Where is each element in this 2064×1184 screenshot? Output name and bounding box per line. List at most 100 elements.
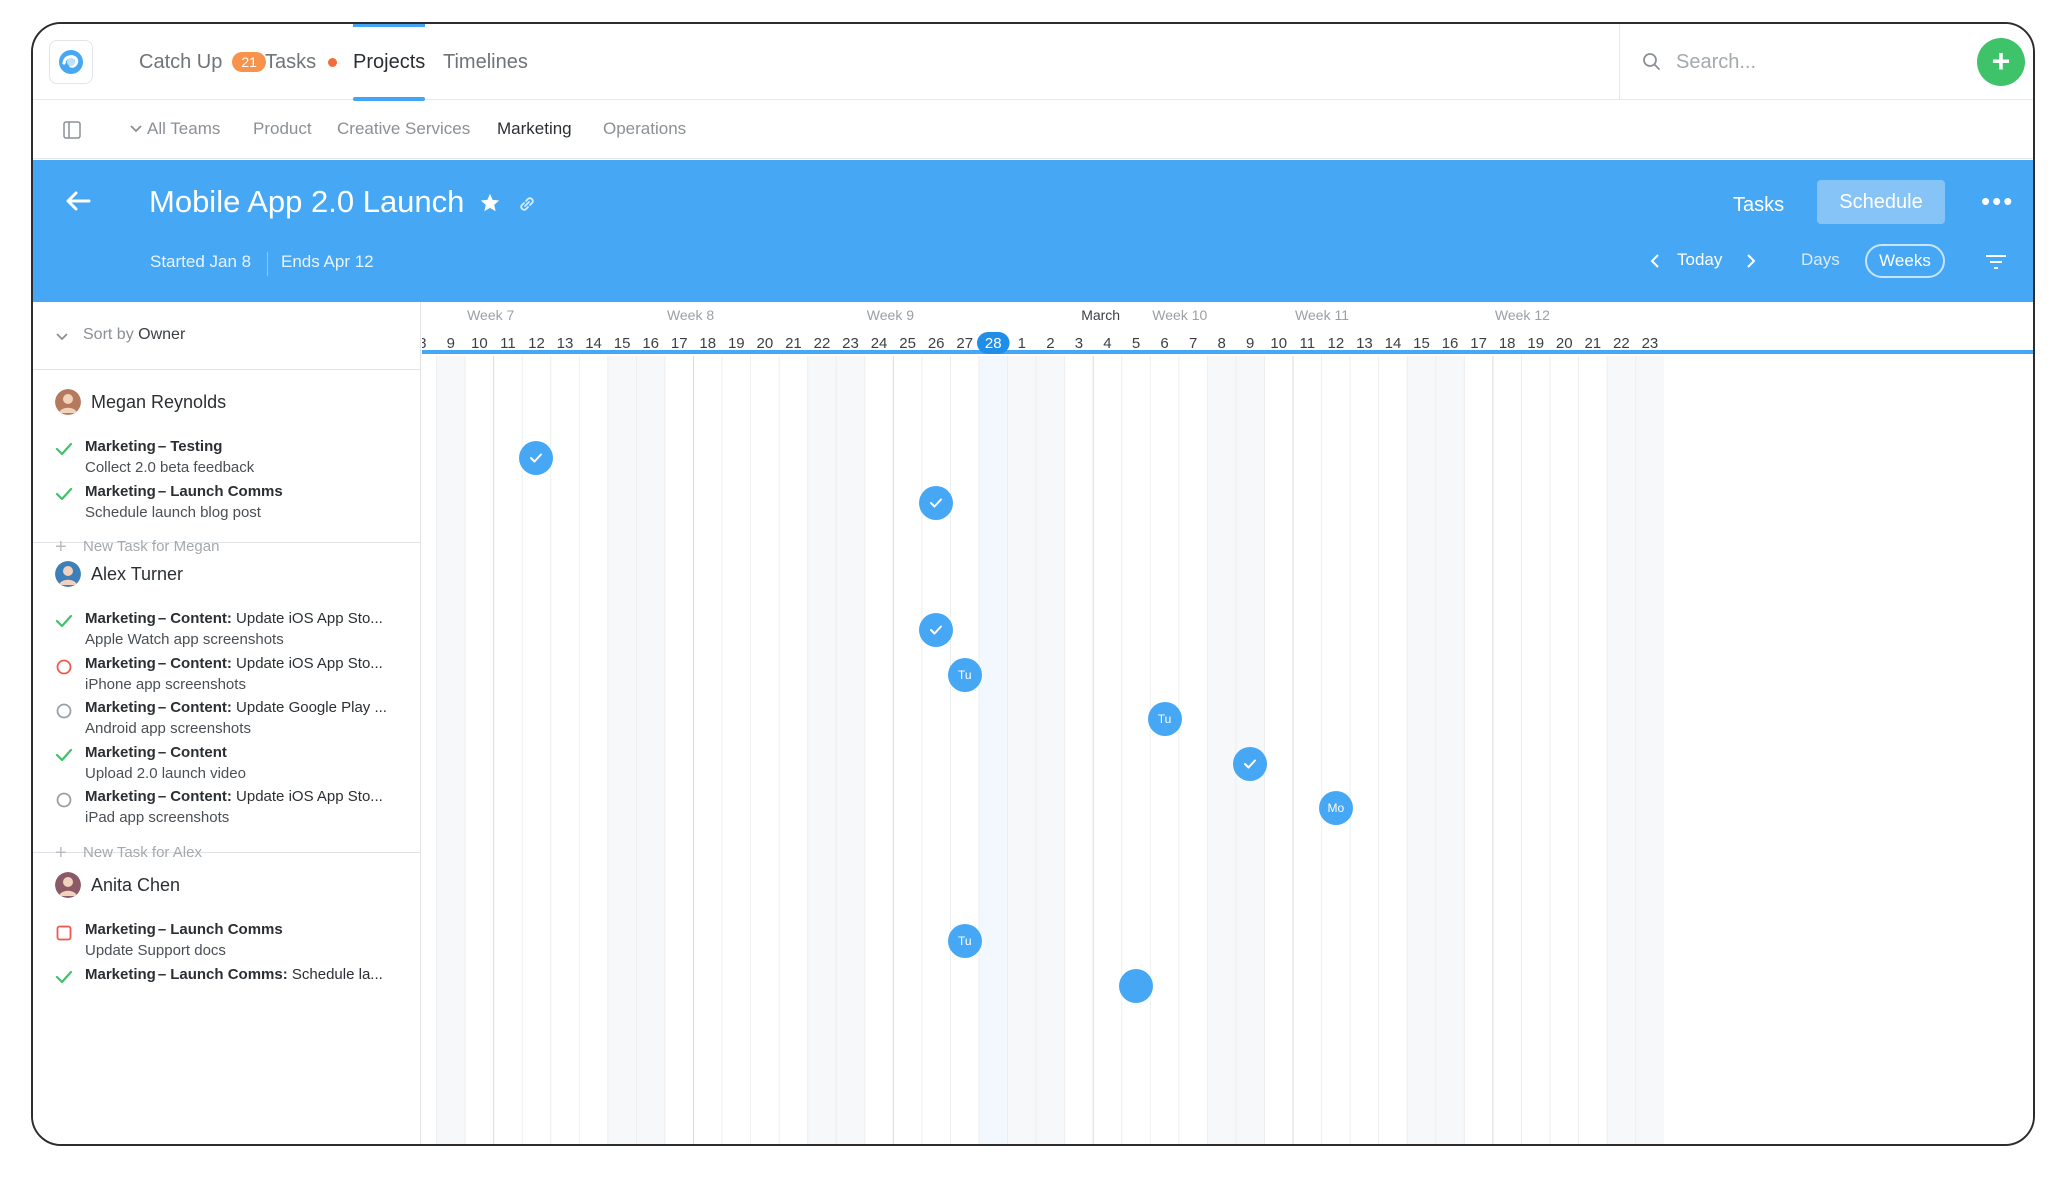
tab-timelines-label: Timelines: [443, 50, 528, 73]
team-operations[interactable]: Operations: [603, 119, 686, 139]
day-number: 14: [1385, 335, 1402, 352]
owner-header[interactable]: Alex Turner: [55, 561, 183, 587]
task-marker[interactable]: Mo: [1318, 791, 1353, 825]
day-number: 13: [1356, 335, 1373, 352]
sidebar-toggle-icon[interactable]: [63, 121, 81, 139]
marker-day-label: Tu: [957, 667, 972, 682]
link-icon[interactable]: [517, 194, 537, 214]
weekend-column: [1036, 356, 1065, 1144]
weekend-column: [836, 356, 865, 1144]
chevron-down-icon: [130, 125, 142, 133]
task-status-icon[interactable]: [55, 924, 73, 947]
day-number: 12: [528, 335, 545, 352]
task-project: Marketing: [85, 610, 156, 627]
tab-tasks-label: Tasks: [265, 50, 317, 73]
task-title: Update iOS App Sto...: [236, 610, 383, 627]
weeks-toggle[interactable]: Weeks: [1865, 244, 1945, 278]
task-name: Update Support docs: [85, 942, 226, 959]
back-arrow-icon[interactable]: [65, 190, 91, 212]
task-section: Launch Comms: [170, 921, 283, 938]
day-number: 12: [1328, 335, 1345, 352]
sort-value: Owner: [138, 326, 186, 343]
task-title: Schedule la...: [291, 965, 383, 983]
task-marker[interactable]: [1119, 968, 1154, 1003]
project-tab-schedule[interactable]: Schedule: [1817, 180, 1945, 224]
task-status-icon[interactable]: [55, 969, 73, 990]
marker-day-label: Tu: [957, 934, 972, 948]
task-section: Content:: [170, 788, 232, 805]
task-path: Marketing – Content: Update iOS App Sto...: [85, 788, 405, 805]
week-label: Week 12: [1495, 307, 1550, 323]
project-header: Mobile App 2.0 Launch Started Jan 8 Ends…: [33, 160, 2033, 302]
task-status-icon[interactable]: [55, 791, 73, 814]
days-toggle[interactable]: Days: [1801, 250, 1840, 270]
timeline-header-bar: [422, 350, 2033, 354]
owner-sidebar: Sort by Owner Megan Reynolds Marketing – T…: [33, 302, 421, 1144]
owner-header[interactable]: Anita Chen: [55, 872, 180, 898]
add-button[interactable]: +: [1977, 38, 2025, 86]
weekend-column: [436, 356, 466, 1144]
task-status-icon[interactable]: [55, 747, 73, 768]
tab-catch-up-label: Catch Up: [139, 50, 223, 73]
task-marker[interactable]: [919, 485, 954, 520]
task-status-icon[interactable]: [55, 486, 73, 507]
task-section: Content: [170, 743, 227, 761]
task-marker[interactable]: Tu: [1147, 702, 1182, 736]
team-product[interactable]: Product: [253, 119, 312, 139]
chevron-right-icon[interactable]: [1745, 252, 1757, 270]
day-number: 8: [1218, 335, 1226, 352]
avatar: [55, 872, 81, 898]
filter-icon[interactable]: [1985, 254, 2007, 270]
marker-day-label: Mo: [1327, 801, 1345, 815]
chevron-left-icon[interactable]: [1649, 252, 1661, 270]
month-label: March: [1081, 307, 1120, 323]
task-marker[interactable]: Tu: [947, 657, 982, 692]
task-name: Android app screenshots: [85, 720, 251, 737]
day-number: 15: [1413, 335, 1430, 352]
tab-timelines[interactable]: Timelines: [425, 24, 546, 100]
task-title: Update iOS App Sto...: [236, 788, 383, 805]
sort-prefix: Sort by: [83, 326, 134, 343]
weekend-column: [1207, 356, 1236, 1144]
day-number: 27: [956, 335, 973, 352]
day-number: 26: [928, 335, 945, 352]
star-icon[interactable]: [479, 192, 501, 214]
day-number: 10: [471, 335, 488, 352]
today-button[interactable]: Today: [1677, 250, 1722, 270]
task-status-icon[interactable]: [55, 658, 73, 681]
day-number: 3: [1075, 335, 1083, 352]
task-separator: –: [157, 699, 167, 716]
today-column: [979, 356, 1008, 1144]
task-title: Update iOS App Sto...: [236, 654, 383, 672]
project-tab-tasks[interactable]: Tasks: [1733, 194, 1784, 217]
team-marketing[interactable]: Marketing: [497, 119, 572, 139]
team-creative-services[interactable]: Creative Services: [337, 119, 470, 139]
day-number: 21: [1584, 335, 1601, 352]
task-section: Content:: [170, 610, 232, 627]
day-number: 5: [1132, 335, 1140, 352]
search-icon: [1643, 53, 1660, 70]
day-number: 15: [614, 335, 631, 352]
app-logo[interactable]: [49, 40, 93, 84]
task-path: Marketing – Launch Comms: [85, 483, 405, 500]
search-input[interactable]: [1676, 46, 1956, 78]
task-marker[interactable]: [919, 613, 954, 647]
task-name: iPhone app screenshots: [85, 675, 246, 693]
owner-header[interactable]: Megan Reynolds: [55, 389, 226, 415]
sort-control[interactable]: Sort by Owner: [33, 302, 420, 370]
task-status-icon[interactable]: [55, 613, 73, 634]
day-number: 21: [785, 335, 802, 352]
task-status-icon[interactable]: [55, 441, 73, 462]
task-section: Content:: [170, 699, 232, 716]
task-marker[interactable]: [1233, 746, 1268, 781]
task-marker[interactable]: Tu: [947, 924, 982, 958]
task-status-icon[interactable]: [55, 702, 73, 725]
task-project: Marketing: [85, 438, 156, 455]
team-all-teams[interactable]: All Teams: [129, 119, 220, 139]
more-options-icon[interactable]: •••: [1981, 186, 2014, 217]
avatar: [55, 389, 81, 415]
day-number: 14: [585, 335, 602, 352]
task-name: Upload 2.0 launch video: [85, 764, 246, 782]
meta-divider: [267, 252, 268, 276]
day-number: 13: [557, 335, 574, 352]
